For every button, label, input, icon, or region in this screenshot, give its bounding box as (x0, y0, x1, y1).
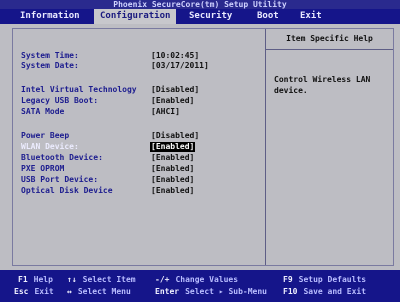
setting-value[interactable]: [Enabled] (151, 175, 194, 185)
f9-key: F9 (283, 275, 293, 284)
esc-desc: Exit (34, 287, 54, 296)
leftright-desc: Select Menu (77, 287, 131, 296)
setting-label: Intel Virtual Technology (21, 85, 137, 94)
plusminus-desc: Change Values (175, 275, 239, 284)
f9-desc: Setup Defaults (298, 275, 367, 284)
setting-value[interactable]: [03/17/2011] (151, 61, 209, 71)
setting-value[interactable]: [Disabled] (151, 85, 199, 95)
setting-sata-mode[interactable]: SATA Mode [AHCI] (21, 107, 261, 117)
f10-desc: Save and Exit (303, 287, 367, 296)
setting-system-time[interactable]: System Time: [10:02:45] (21, 51, 261, 61)
setting-label: System Time: (21, 51, 79, 60)
menu-configuration[interactable]: Configuration (94, 9, 177, 24)
setting-label: SATA Mode (21, 107, 65, 116)
footer-f1: F1 Help (18, 274, 53, 285)
setting-value[interactable]: [Enabled] (151, 186, 194, 196)
setting-label: Optical Disk Device (21, 186, 113, 195)
plus-minus-key: -/+ (155, 275, 170, 284)
setting-value[interactable]: [Enabled] (151, 153, 194, 163)
up-down-arrows-icon: ↑↓ (67, 275, 77, 284)
setting-value[interactable]: [AHCI] (151, 107, 180, 117)
setting-value[interactable]: [Enabled] (151, 96, 194, 106)
bios-screen: Phoenix SecureCore(tm) Setup Utility Inf… (0, 0, 400, 302)
setting-bluetooth-device[interactable]: Bluetooth Device: [Enabled] (21, 153, 261, 163)
setting-value[interactable]: [Enabled] (150, 142, 196, 152)
setting-legacy-usb-boot[interactable]: Legacy USB Boot: [Enabled] (21, 96, 261, 106)
menu-information[interactable]: Information (14, 9, 86, 24)
f1-key: F1 (18, 275, 28, 284)
footer-plusminus: -/+ Change Values (155, 274, 238, 285)
setting-label: Power Beep (21, 131, 70, 140)
setting-wlan-device[interactable]: WLAN Device: [Enabled] (21, 142, 261, 152)
window-title: Phoenix SecureCore(tm) Setup Utility (0, 0, 400, 9)
f10-key: F10 (283, 287, 298, 296)
setting-label: WLAN Device: (21, 142, 79, 151)
setting-value[interactable]: [Enabled] (151, 164, 194, 174)
f1-desc: Help (33, 275, 53, 284)
enter-key: Enter (155, 287, 180, 296)
enter-desc: Select ▸ Sub-Menu (185, 287, 267, 296)
footer-f10: F10 Save and Exit (283, 286, 366, 297)
esc-key: Esc (14, 287, 29, 296)
footer-enter: Enter Select ▸ Sub-Menu (155, 286, 267, 297)
setting-label: Bluetooth Device: (21, 153, 103, 162)
left-right-arrows-icon: ↔ (67, 287, 72, 296)
setting-power-beep[interactable]: Power Beep [Disabled] (21, 131, 261, 141)
footer-f9: F9 Setup Defaults (283, 274, 366, 285)
setting-intel-virtual-technology[interactable]: Intel Virtual Technology [Disabled] (21, 85, 261, 95)
setting-label: System Date: (21, 61, 79, 70)
setting-label: Legacy USB Boot: (21, 96, 99, 105)
footer-esc: Esc Exit (14, 286, 54, 297)
setting-value[interactable]: [10:02:45] (151, 51, 199, 61)
menu-boot[interactable]: Boot (251, 9, 285, 24)
setting-system-date[interactable]: System Date: [03/17/2011] (21, 61, 261, 71)
setting-value[interactable]: [Disabled] (151, 131, 199, 141)
settings-panel: System Time: [10:02:45] System Date: [03… (12, 28, 394, 266)
setting-optical-disk-device[interactable]: Optical Disk Device [Enabled] (21, 186, 261, 196)
panel-divider (265, 29, 266, 265)
footer-leftright: ↔ Select Menu (67, 286, 131, 297)
footer-keys: F1 Help ↑↓ Select Item -/+ Change Values F9… (0, 270, 400, 302)
footer-updown: ↑↓ Select Item (67, 274, 136, 285)
menu-bar: Information Configuration Security Boot … (0, 9, 400, 24)
menu-security[interactable]: Security (183, 9, 238, 24)
setting-label: USB Port Device: (21, 175, 99, 184)
help-text: Control Wireless LAN device. (274, 75, 371, 95)
setting-pxe-oprom[interactable]: PXE OPROM [Enabled] (21, 164, 261, 174)
updown-desc: Select Item (82, 275, 136, 284)
help-title: Item Specific Help (266, 29, 393, 50)
setting-label: PXE OPROM (21, 164, 65, 173)
setting-usb-port-device[interactable]: USB Port Device: [Enabled] (21, 175, 261, 185)
menu-exit[interactable]: Exit (294, 9, 328, 24)
